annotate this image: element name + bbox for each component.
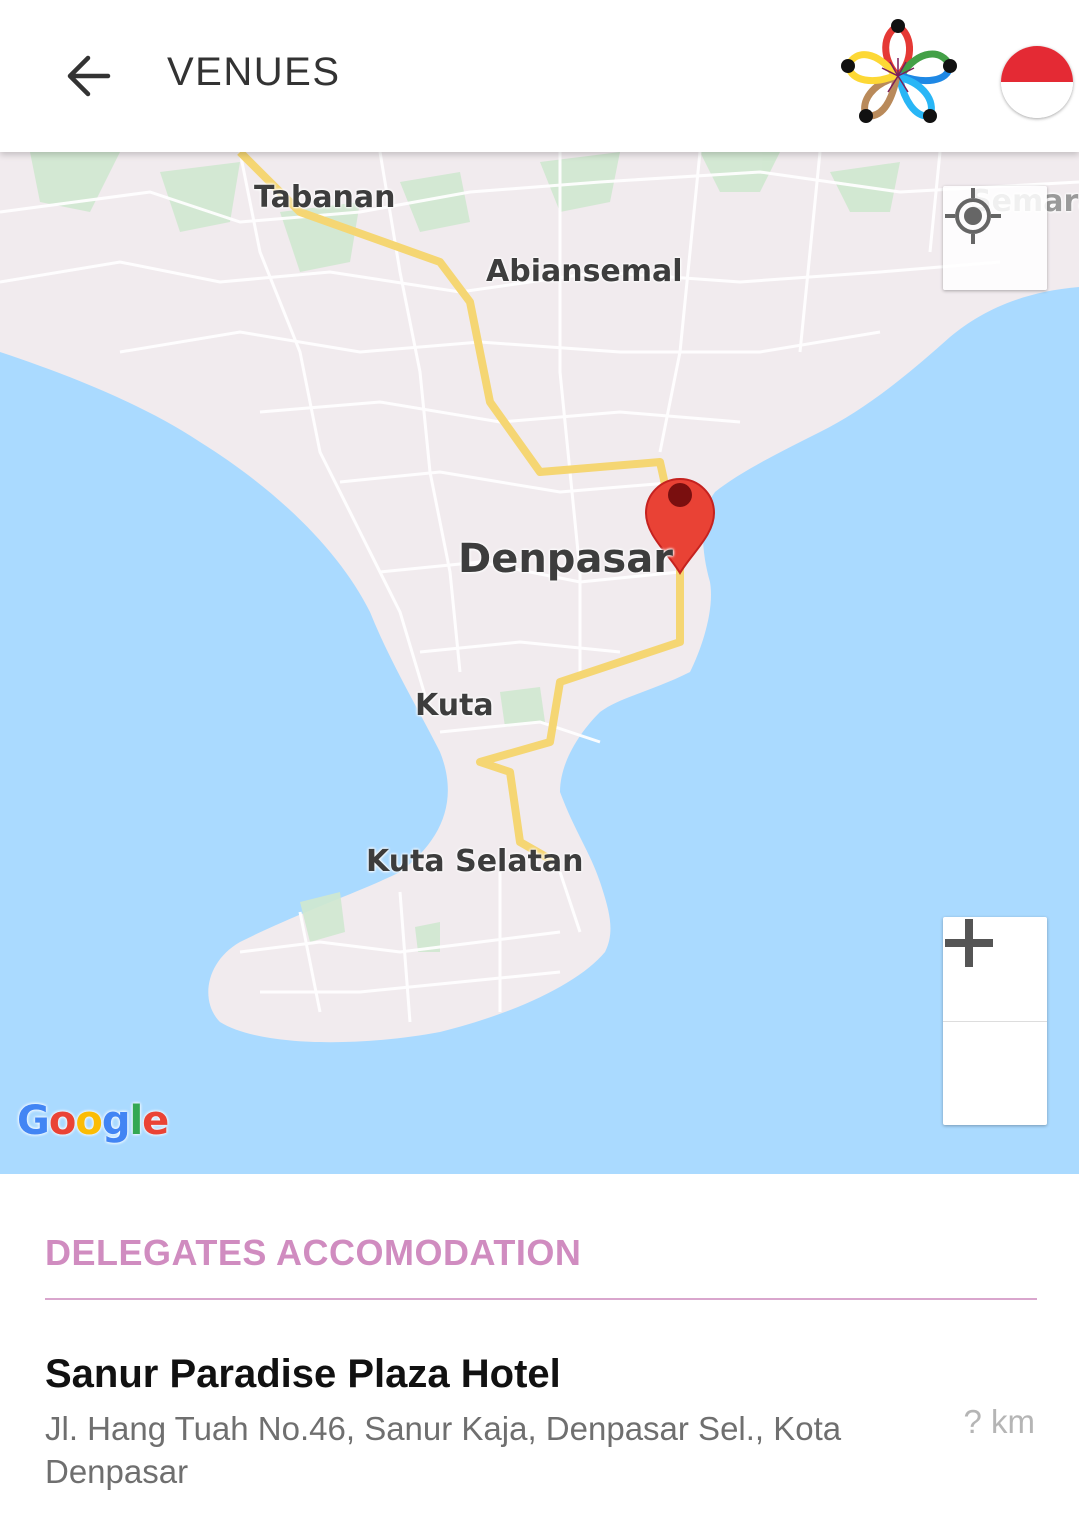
zoom-out-button[interactable] <box>943 939 1047 1126</box>
map-label-abiansemal: Abiansemal <box>486 254 683 289</box>
section-title: DELEGATES ACCOMODATION <box>45 1232 582 1273</box>
flag-white-half <box>1001 82 1073 118</box>
map-label-tabanan: Tabanan <box>254 180 396 215</box>
zoom-controls <box>943 917 1047 1125</box>
map-label-kuta-selatan: Kuta Selatan <box>366 844 584 879</box>
page-title: VENUES <box>167 50 341 94</box>
map-view[interactable]: Tabanan Abiansemal Semara Denpasar Kuta … <box>0 152 1079 1174</box>
app-bar: VENUES <box>0 0 1079 152</box>
event-flower-logo <box>841 19 957 123</box>
my-location-icon <box>945 188 1001 244</box>
venue-name: Sanur Paradise Plaza Hotel <box>45 1352 561 1396</box>
venue-list-item[interactable]: Sanur Paradise Plaza Hotel Jl. Hang Tuah… <box>45 1345 1037 1495</box>
section-divider <box>45 1298 1037 1300</box>
map-label-kuta: Kuta <box>415 688 494 723</box>
minus-icon <box>945 939 993 947</box>
map-canvas <box>0 152 1079 1043</box>
arrow-left-icon <box>67 55 111 97</box>
venue-address: Jl. Hang Tuah No.46, Sanur Kaja, Denpasa… <box>45 1410 842 1490</box>
venue-distance: ? km <box>963 1403 1035 1440</box>
map-label-denpasar: Denpasar <box>458 536 673 582</box>
back-button[interactable] <box>56 46 120 106</box>
indonesia-flag-button[interactable] <box>1001 46 1073 118</box>
google-attribution: Google <box>17 1098 169 1144</box>
flag-red-half <box>1001 46 1073 82</box>
my-location-button[interactable] <box>943 186 1047 290</box>
